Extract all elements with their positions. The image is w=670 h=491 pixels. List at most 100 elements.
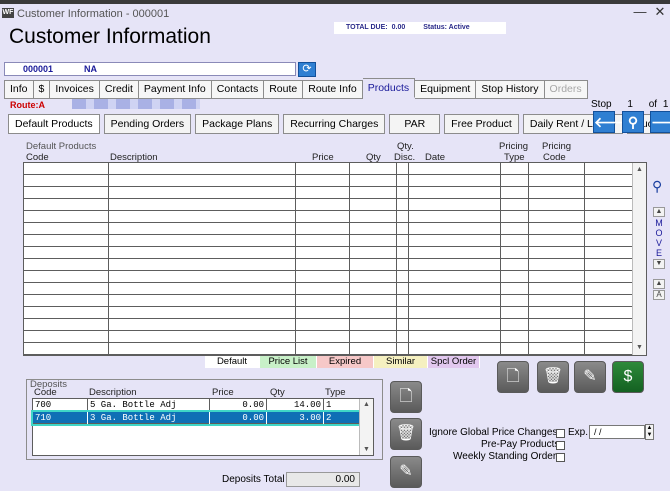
dep-description: 3 Ga. Bottle Adj <box>88 412 210 424</box>
subtab-pending-orders[interactable]: Pending Orders <box>103 114 192 134</box>
stop-label: Stop <box>591 99 612 110</box>
sort-az-icon[interactable]: A <box>653 290 665 300</box>
edit-deposit-button[interactable]: ✎ <box>390 456 422 488</box>
next-stop-button[interactable]: 🡒 <box>650 111 670 133</box>
add-deposit-button[interactable]: 🗋 <box>390 381 422 413</box>
deposits-grid[interactable]: 700 5 Ga. Bottle Adj 0.00 14.00 1 710 3 … <box>31 398 374 456</box>
grid-divider <box>295 162 296 356</box>
exp-date-input[interactable]: / / <box>589 425 645 439</box>
subtab-default-products[interactable]: Default Products <box>8 114 100 134</box>
add-document-icon: 🗋 <box>506 368 520 385</box>
tab-route[interactable]: Route <box>264 80 304 99</box>
grid-search-icon[interactable]: ⚲ <box>652 178 668 194</box>
scroll-up-icon[interactable]: ▲ <box>634 165 645 175</box>
stop-total: 1 <box>662 99 669 110</box>
exp-label: Exp. <box>568 427 589 438</box>
search-customer-button[interactable]: ⚲ <box>622 111 644 133</box>
prepay-label: Pre-Pay Products <box>481 439 560 450</box>
subtab-recurring-charges[interactable]: Recurring Charges <box>283 114 386 134</box>
subtab-package-plans[interactable]: Package Plans <box>195 114 280 134</box>
window-title: Customer Information - 000001 <box>17 8 170 20</box>
dep-code: 710 <box>33 412 88 424</box>
weekly-standing-label: Weekly Standing Orders <box>453 451 562 462</box>
dep-price: 0.00 <box>210 412 267 424</box>
sort-up-icon[interactable]: ▲ <box>653 279 665 289</box>
refresh-button[interactable]: ⟳ <box>298 62 316 77</box>
col-pricing-type-1: Pricing <box>499 141 529 152</box>
pricing-button[interactable]: $ <box>612 361 644 393</box>
delete-deposit-button[interactable]: 🗑 <box>390 418 422 450</box>
main-tabs: Info $ Invoices Credit Payment Info Cont… <box>4 78 588 99</box>
pencil-icon: ✎ <box>583 368 597 385</box>
previous-stop-button[interactable]: 🡐 <box>593 111 632 133</box>
stop-current: 1 <box>627 99 633 110</box>
tab-payment-info[interactable]: Payment Info <box>138 80 212 99</box>
dep-price: 0.00 <box>210 399 267 411</box>
ignore-price-changes-checkbox[interactable] <box>556 429 565 438</box>
dep-type: 2 <box>326 413 332 423</box>
grid-divider <box>108 162 109 356</box>
col-pricing-code-1: Pricing <box>542 141 572 152</box>
default-products-grid[interactable] <box>23 162 647 356</box>
subtab-free-product[interactable]: Free Product <box>444 114 519 134</box>
customer-number: 000001 <box>23 64 54 74</box>
route-info-redacted <box>72 99 200 109</box>
grid-divider <box>396 162 397 356</box>
edit-product-button[interactable]: ✎ <box>574 361 606 393</box>
magnifier-icon: ⚲ <box>627 114 639 130</box>
prepay-checkbox[interactable] <box>556 441 565 450</box>
dep-col-price: Price <box>212 387 234 398</box>
move-letter: V <box>655 238 662 248</box>
product-subtabs: Default Products Pending Orders Package … <box>8 114 670 134</box>
pencil-icon: ✎ <box>399 463 413 480</box>
grid-divider <box>408 162 409 356</box>
col-qty-disc-1: Qty. <box>397 141 414 152</box>
grid-scrollbar[interactable]: ▲ ▼ <box>632 163 646 355</box>
status-box: TOTAL DUE: 0.00 Status: Active <box>334 22 506 34</box>
scroll-up-icon[interactable]: ▲ <box>361 401 372 408</box>
delete-product-button[interactable]: 🗑 <box>537 361 569 393</box>
status-legend: Default Price List Expired Similar Spcl … <box>205 356 480 368</box>
subtab-par[interactable]: PAR <box>389 114 441 134</box>
legend-spcl-order: Spcl Order <box>428 356 480 368</box>
weekly-standing-checkbox[interactable] <box>556 453 565 462</box>
tab-equipment[interactable]: Equipment <box>415 80 477 99</box>
dep-col-type: Type <box>325 387 346 398</box>
tab-contacts[interactable]: Contacts <box>211 80 265 99</box>
tab-route-info[interactable]: Route Info <box>303 80 363 99</box>
tab-invoices[interactable]: Invoices <box>50 80 100 99</box>
spin-up-icon[interactable]: ▲ <box>646 425 653 432</box>
dep-qty: 14.00 <box>267 399 324 411</box>
dollar-icon: $ <box>623 368 633 385</box>
total-due-value: 0.00 <box>391 24 406 31</box>
spin-down-icon[interactable]: ▼ <box>646 432 653 439</box>
customer-selector[interactable]: 000001 NA <box>4 62 296 76</box>
grid-divider <box>584 162 585 356</box>
deposits-scrollbar[interactable]: ▲ ▼ <box>359 399 373 455</box>
close-button[interactable]: ✕ <box>652 5 668 20</box>
dep-col-qty: Qty <box>270 387 285 398</box>
legend-price-list: Price List <box>260 356 317 368</box>
tab-stop-history[interactable]: Stop History <box>476 80 545 99</box>
tab-info[interactable]: Info <box>4 80 34 99</box>
scroll-down-icon[interactable]: ▼ <box>361 446 372 453</box>
dep-col-description: Description <box>89 387 137 398</box>
tab-credit[interactable]: Credit <box>99 80 139 99</box>
scroll-down-icon[interactable]: ▼ <box>634 343 645 353</box>
deposits-total-label: Deposits Total <box>222 474 285 485</box>
trash-icon: 🗑 <box>542 368 564 385</box>
minimize-button[interactable]: — <box>632 5 648 20</box>
tab-dollar[interactable]: $ <box>33 80 51 99</box>
add-product-button[interactable]: 🗋 <box>497 361 529 393</box>
table-row-selected[interactable]: 710 3 Ga. Bottle Adj 0.00 3.00 2 <box>31 410 361 426</box>
stop-of: of <box>648 99 658 110</box>
dep-code: 700 <box>33 399 88 411</box>
refresh-icon: ⟳ <box>302 63 312 75</box>
tab-products[interactable]: Products <box>362 78 416 98</box>
exp-date-spinner[interactable]: ▲ ▼ <box>645 424 654 440</box>
table-row[interactable]: 700 5 Ga. Bottle Adj 0.00 14.00 1 <box>33 399 359 411</box>
move-up-icon[interactable]: ▲ <box>653 207 665 217</box>
tab-orders[interactable]: Orders <box>544 80 588 99</box>
move-letter: E <box>655 248 662 258</box>
move-down-icon[interactable]: ▼ <box>653 259 665 269</box>
